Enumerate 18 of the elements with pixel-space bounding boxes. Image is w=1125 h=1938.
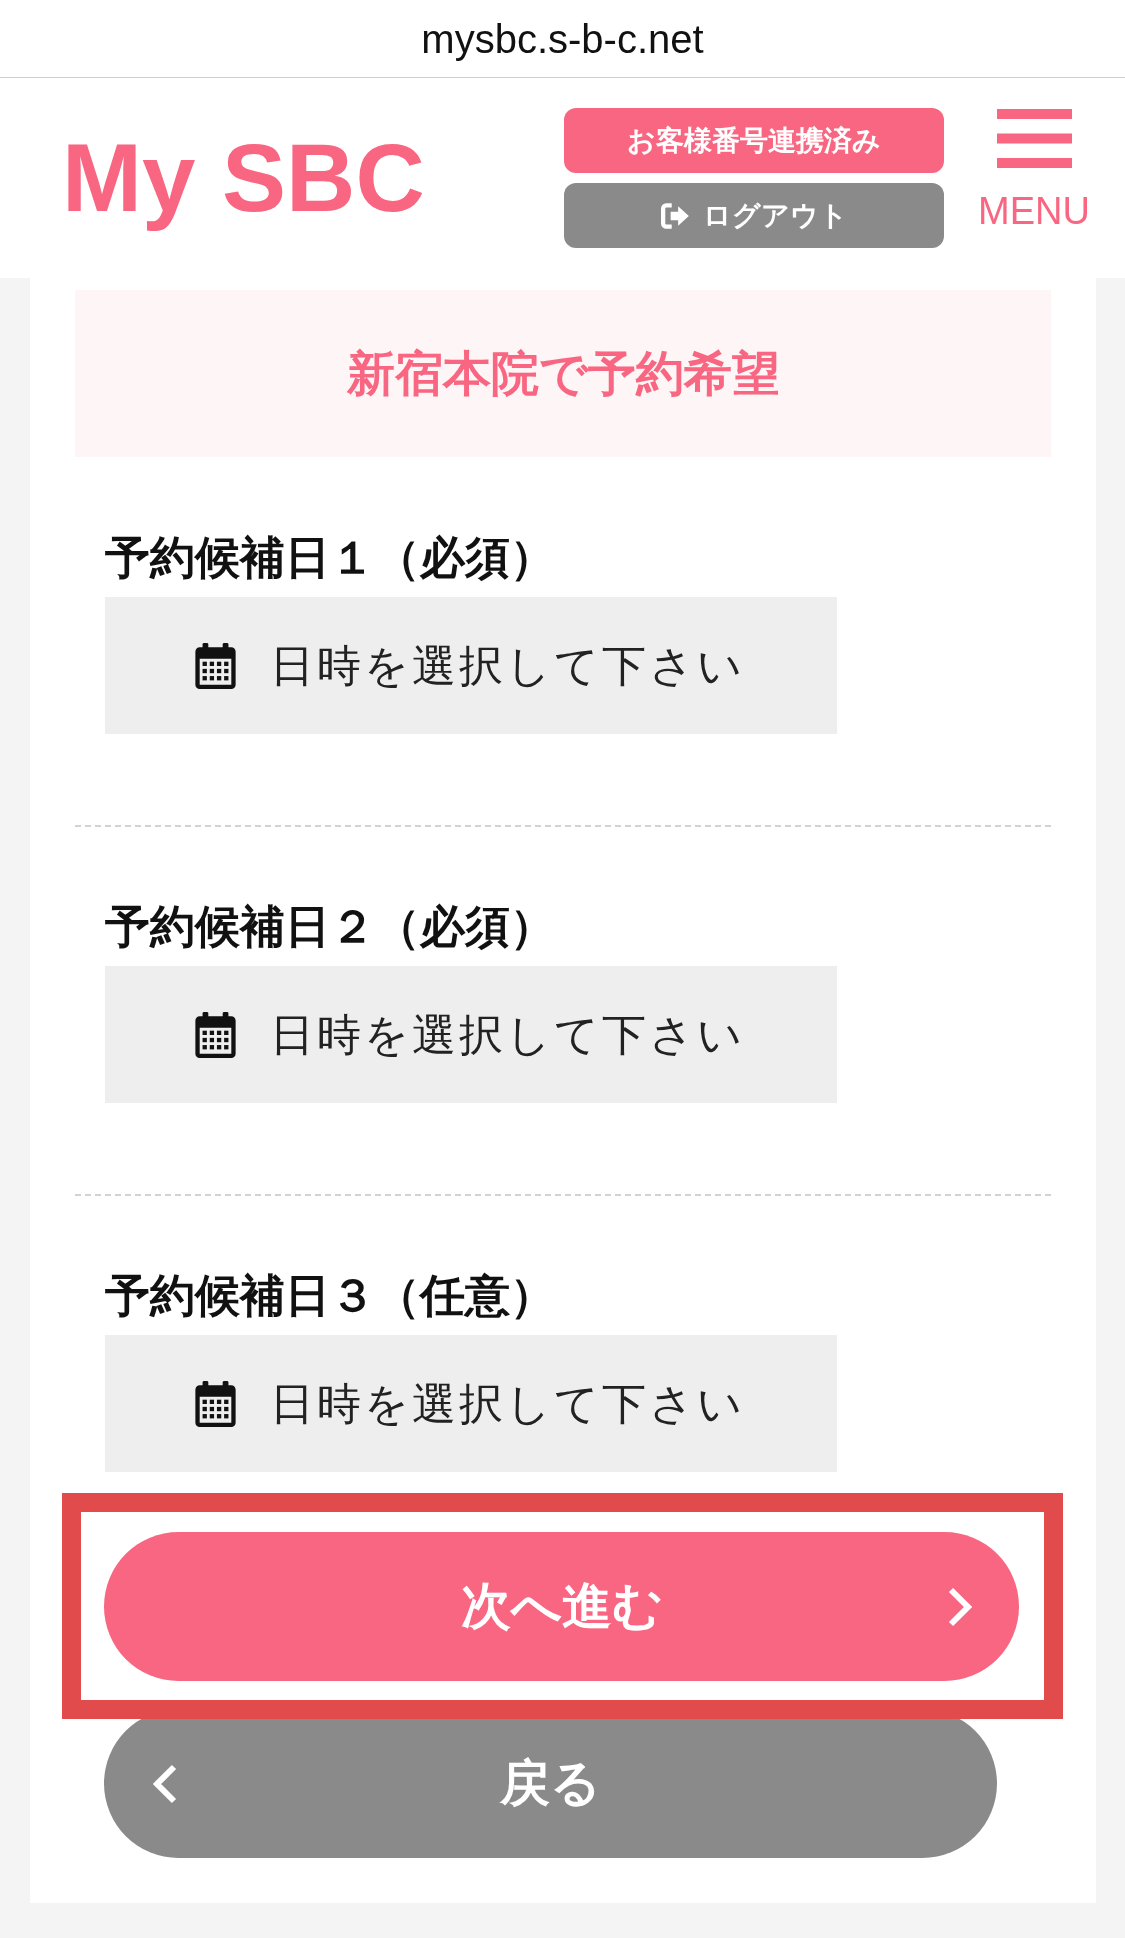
- date-field[interactable]: 日時を選択して下さい: [105, 966, 837, 1103]
- banner-title: 新宿本院で予約希望: [346, 343, 780, 403]
- logout-icon: [660, 202, 691, 229]
- field-label: 予約候補日２（必須）: [105, 900, 555, 954]
- url-text: mysbc.s-b-c.net: [421, 15, 704, 63]
- calendar-icon: [195, 643, 236, 689]
- field-label: 予約候補日３（任意）: [105, 1269, 555, 1323]
- calendar-icon: [195, 1012, 236, 1058]
- logout-button[interactable]: ログアウト: [564, 183, 944, 248]
- date-field[interactable]: 日時を選択して下さい: [105, 1335, 837, 1472]
- logo: My SBC: [62, 123, 425, 234]
- menu-icon: [996, 109, 1072, 168]
- date-field[interactable]: 日時を選択して下さい: [105, 597, 837, 734]
- status-badge: お客様番号連携済み: [564, 108, 944, 173]
- calendar-icon: [195, 1381, 236, 1427]
- field-label: 予約候補日１（必須）: [105, 531, 555, 585]
- next-button[interactable]: 次へ進む: [104, 1532, 1019, 1681]
- menu-button[interactable]: MENU: [979, 109, 1089, 230]
